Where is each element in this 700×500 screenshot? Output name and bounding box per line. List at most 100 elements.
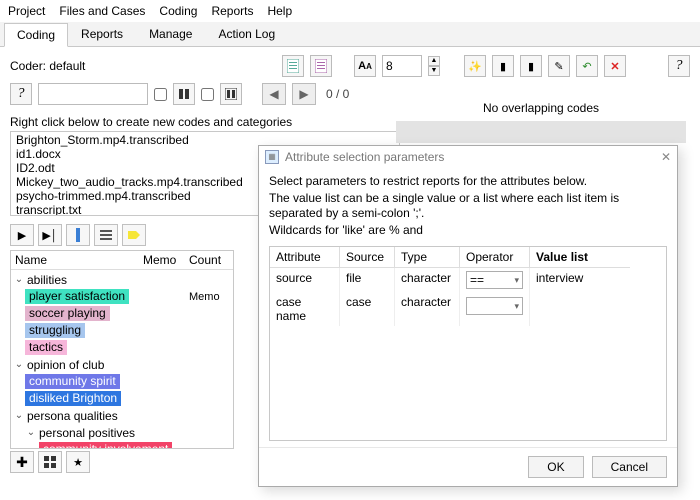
code-label[interactable]: player satisfaction xyxy=(25,289,129,304)
th-name[interactable]: Name xyxy=(15,253,143,267)
next-button[interactable]: ▶ xyxy=(292,83,316,105)
grid-row: case name case character ▾ xyxy=(270,292,666,326)
code-tree[interactable]: Name Memo Count ⌄abilitiesplayer satisfa… xyxy=(10,250,234,449)
cell-attribute[interactable]: case name xyxy=(270,292,340,326)
highlighter1-icon[interactable]: ▮ xyxy=(492,55,514,77)
dialog-desc-1: Select parameters to restrict reports fo… xyxy=(269,174,667,189)
expand-icon[interactable]: ⌄ xyxy=(25,427,37,438)
cell-value[interactable]: interview xyxy=(530,268,630,292)
tab-coding[interactable]: Coding xyxy=(4,23,68,47)
code-label[interactable]: community involvement xyxy=(39,442,172,448)
search-help-icon[interactable]: ? xyxy=(10,83,32,105)
tree-item[interactable]: community involvement xyxy=(11,441,233,448)
close-icon[interactable]: ✕ xyxy=(661,150,671,164)
cancel-button[interactable]: Cancel xyxy=(592,456,667,478)
code-label[interactable]: struggling xyxy=(25,323,85,338)
th-count[interactable]: Count xyxy=(189,253,229,267)
tree-item[interactable]: player satisfaction Memo xyxy=(11,288,233,305)
tag-yellow-icon[interactable] xyxy=(122,224,146,246)
tree-item[interactable]: soccer playing xyxy=(11,305,233,322)
expand-icon[interactable]: ⌄ xyxy=(13,359,25,370)
checkbox-columns[interactable] xyxy=(154,88,167,101)
menu-coding[interactable]: Coding xyxy=(159,4,197,18)
attribute-selection-dialog: ▦ Attribute selection parameters ✕ Selec… xyxy=(258,145,678,487)
checkbox-layout[interactable] xyxy=(201,88,214,101)
tree-item[interactable]: ⌄opinion of club xyxy=(11,356,233,373)
add-icon[interactable]: ✚ xyxy=(10,451,34,473)
list-view-icon[interactable] xyxy=(94,224,118,246)
grid-header: Attribute Source Type Operator Value lis… xyxy=(270,247,666,268)
tree-category-label: opinion of club xyxy=(25,358,104,372)
tab-action-log[interactable]: Action Log xyxy=(205,22,288,46)
cell-type[interactable]: character xyxy=(395,292,460,326)
overlap-bar[interactable] xyxy=(396,121,686,143)
code-label[interactable]: tactics xyxy=(25,340,67,355)
overlap-panel: No overlapping codes xyxy=(396,101,686,143)
tree-item[interactable]: ⌄abilities xyxy=(11,271,233,288)
tree-header: Name Memo Count xyxy=(11,251,233,270)
code-label[interactable]: soccer playing xyxy=(25,306,110,321)
search-input[interactable] xyxy=(38,83,148,105)
help-icon[interactable]: ? xyxy=(668,55,690,77)
code-label[interactable]: disliked Brighton xyxy=(25,391,121,406)
tree-item[interactable]: disliked Brighton xyxy=(11,390,233,407)
expand-icon[interactable]: ⌄ xyxy=(13,274,25,285)
gh-type[interactable]: Type xyxy=(395,247,460,268)
tab-manage[interactable]: Manage xyxy=(136,22,205,46)
font-size-input[interactable] xyxy=(382,55,422,77)
code-label[interactable]: community spirit xyxy=(25,374,120,389)
expand-icon[interactable]: ⌄ xyxy=(13,410,25,421)
doc-green-icon[interactable] xyxy=(282,55,304,77)
th-memo[interactable]: Memo xyxy=(143,253,189,267)
chevron-down-icon: ▾ xyxy=(514,301,519,312)
wand-icon[interactable]: ✨ xyxy=(464,55,486,77)
font-size-spinner[interactable]: ▲▼ xyxy=(428,56,440,76)
coder-label: Coder: default xyxy=(10,59,85,73)
gh-valuelist[interactable]: Value list xyxy=(530,247,630,268)
layout-icon[interactable] xyxy=(220,83,242,105)
highlighter2-icon[interactable]: ▮ xyxy=(520,55,542,77)
star-icon[interactable]: ★ xyxy=(66,451,90,473)
font-size-icon[interactable]: AA xyxy=(354,55,376,77)
gh-attribute[interactable]: Attribute xyxy=(270,247,340,268)
cell-operator[interactable]: ▾ xyxy=(460,292,530,326)
cell-source[interactable]: file xyxy=(340,268,395,292)
doc-purple-icon[interactable] xyxy=(310,55,332,77)
spinner-up-icon[interactable]: ▲ xyxy=(428,56,440,66)
menu-help[interactable]: Help xyxy=(267,4,292,18)
prev-button[interactable]: ◀ xyxy=(262,83,286,105)
tree-item[interactable]: ⌄personal positives xyxy=(11,424,233,441)
gh-operator[interactable]: Operator xyxy=(460,247,530,268)
attribute-grid[interactable]: Attribute Source Type Operator Value lis… xyxy=(269,246,667,441)
tree-item[interactable]: struggling xyxy=(11,322,233,339)
cell-attribute[interactable]: source xyxy=(270,268,340,292)
next-track-button[interactable]: ▶│ xyxy=(38,224,62,246)
grid-icon[interactable] xyxy=(38,451,62,473)
delete-icon[interactable]: ✕ xyxy=(604,55,626,77)
play-button[interactable]: ▶ xyxy=(10,224,34,246)
tree-item[interactable]: ⌄persona qualities xyxy=(11,407,233,424)
undo-icon[interactable]: ↶ xyxy=(576,55,598,77)
cell-type[interactable]: character xyxy=(395,268,460,292)
menu-project[interactable]: Project xyxy=(8,4,45,18)
gh-source[interactable]: Source xyxy=(340,247,395,268)
annotation-icon[interactable]: ✎ xyxy=(548,55,570,77)
ok-button[interactable]: OK xyxy=(528,456,583,478)
cell-value[interactable] xyxy=(530,292,630,326)
menu-files-cases[interactable]: Files and Cases xyxy=(59,4,145,18)
overlap-label: No overlapping codes xyxy=(396,101,686,115)
cell-operator[interactable]: ==▾ xyxy=(460,268,530,292)
result-counter: 0 / 0 xyxy=(326,87,349,101)
columns-icon[interactable] xyxy=(173,83,195,105)
marker-icon[interactable] xyxy=(66,224,90,246)
spinner-down-icon[interactable]: ▼ xyxy=(428,66,440,76)
tabbar: Coding Reports Manage Action Log xyxy=(0,22,700,47)
memo-indicator: Memo xyxy=(189,291,233,303)
tree-item[interactable]: community spirit xyxy=(11,373,233,390)
tab-reports[interactable]: Reports xyxy=(68,22,136,46)
tree-item[interactable]: tactics xyxy=(11,339,233,356)
menu-reports[interactable]: Reports xyxy=(211,4,253,18)
cell-source[interactable]: case xyxy=(340,292,395,326)
chevron-down-icon: ▾ xyxy=(514,275,519,286)
dialog-icon: ▦ xyxy=(265,150,279,164)
